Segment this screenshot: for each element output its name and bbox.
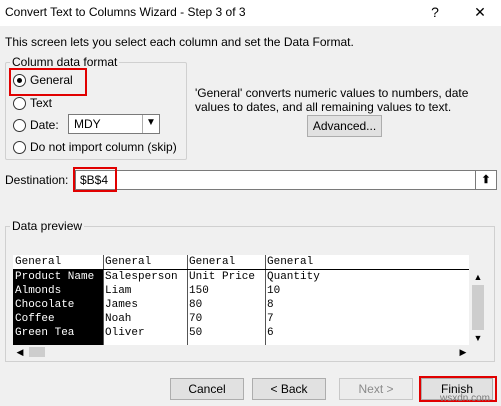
table-cell: Unit Price — [189, 271, 256, 283]
scroll-right-icon[interactable]: ▶ — [456, 345, 470, 359]
data-preview-label: Data preview — [10, 219, 85, 233]
data-preview-grid[interactable]: General General General General Product … — [13, 255, 469, 345]
radio-general-label: General — [30, 73, 73, 87]
radio-text-circle[interactable] — [13, 96, 26, 110]
table-cell: Salesperson — [105, 271, 178, 283]
radio-skip-circle[interactable] — [13, 140, 26, 154]
wizard-description: This screen lets you select each column … — [5, 35, 354, 49]
table-cell: Liam — [105, 285, 132, 297]
watermark-text: wsxdn.com — [440, 393, 491, 404]
horizontal-scroll-thumb[interactable] — [29, 347, 45, 357]
table-cell: Almonds — [15, 285, 62, 297]
table-cell: Oliver — [105, 327, 145, 339]
table-cell: 8 — [267, 299, 274, 311]
column-header[interactable]: General — [188, 255, 235, 269]
chevron-down-icon[interactable]: ▼ — [142, 115, 159, 133]
radio-date-label: Date: — [30, 118, 59, 132]
scroll-down-icon[interactable]: ▼ — [470, 331, 486, 345]
destination-label: Destination: — [5, 173, 69, 187]
radio-date-circle[interactable] — [13, 118, 26, 132]
cancel-button[interactable]: Cancel — [170, 378, 244, 400]
column-header[interactable]: General — [14, 255, 61, 269]
date-format-select[interactable]: MDY ▼ — [68, 114, 160, 134]
table-cell: Product Name — [15, 271, 95, 283]
table-cell: 7 — [267, 313, 274, 325]
help-button[interactable]: ? — [425, 2, 445, 22]
table-cell: 50 — [189, 327, 203, 339]
radio-skip[interactable]: Do not import column (skip) — [13, 140, 177, 154]
advanced-button[interactable]: Advanced... — [307, 115, 382, 137]
window-title: Convert Text to Columns Wizard - Step 3 … — [5, 5, 246, 19]
radio-general[interactable]: General — [13, 73, 73, 87]
format-info-text: 'General' converts numeric values to num… — [195, 86, 469, 114]
destination-highlight-box — [73, 167, 117, 192]
vertical-scroll-thumb[interactable] — [472, 285, 484, 330]
vertical-scrollbar[interactable]: ▲ ▼ — [470, 270, 486, 345]
radio-text[interactable]: Text — [13, 96, 52, 110]
table-cell: Chocolate — [15, 299, 75, 311]
table-cell: 70 — [189, 313, 203, 325]
back-button[interactable]: < Back — [252, 378, 326, 400]
column-format-legend: Column data format — [10, 55, 120, 69]
radio-skip-label: Do not import column (skip) — [30, 140, 177, 154]
table-cell: Noah — [105, 313, 132, 325]
radio-general-circle[interactable] — [13, 73, 26, 87]
horizontal-scrollbar[interactable]: ◀ ▶ — [13, 345, 486, 359]
radio-text-label: Text — [30, 96, 53, 110]
radio-date[interactable]: Date: — [13, 118, 59, 132]
table-cell: 10 — [267, 285, 281, 297]
column-header[interactable]: General — [104, 255, 151, 269]
next-button[interactable]: Next > — [339, 378, 413, 400]
close-button[interactable]: ✕ — [470, 2, 490, 22]
table-cell: 150 — [189, 285, 209, 297]
column-header[interactable]: General — [266, 255, 313, 269]
table-cell: Green Tea — [15, 327, 75, 339]
scroll-up-icon[interactable]: ▲ — [470, 270, 486, 284]
table-cell: Quantity — [267, 271, 320, 283]
table-header-row[interactable]: General General General General — [13, 255, 469, 270]
table-cell: 80 — [189, 299, 203, 311]
table-cell: James — [105, 299, 139, 311]
date-format-value: MDY — [74, 117, 101, 131]
table-cell: 6 — [267, 327, 274, 339]
collapse-dialog-icon[interactable]: ⬆ — [475, 170, 497, 190]
destination-input[interactable]: $B$4 — [75, 170, 477, 190]
scroll-left-icon[interactable]: ◀ — [13, 345, 27, 359]
table-cell: Coffee — [15, 313, 55, 325]
